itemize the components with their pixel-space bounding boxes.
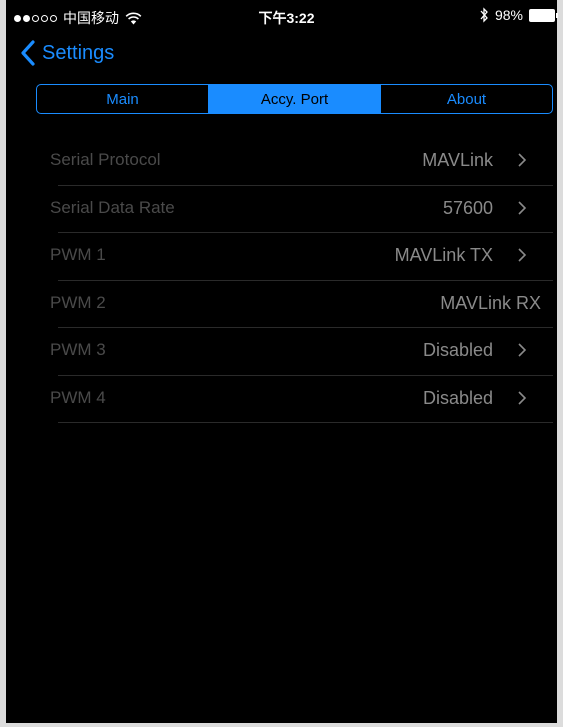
navigation-bar: Settings — [6, 34, 557, 74]
chevron-right-icon — [518, 390, 527, 405]
row-value: MAVLink — [422, 150, 493, 170]
row-label: PWM 3 — [50, 340, 106, 359]
chevron-right-icon — [518, 248, 527, 262]
row-pwm-2: PWM 2 MAVLink RX — [6, 281, 557, 328]
status-time: 下午3:22 — [258, 10, 315, 26]
battery-body — [529, 8, 555, 22]
row-label: PWM 1 — [50, 245, 106, 264]
bluetooth-icon — [480, 7, 488, 23]
row-label: Serial Protocol — [50, 150, 161, 169]
battery-percent: 98% — [494, 7, 523, 23]
status-right: 98% — [479, 7, 559, 23]
status-bar: 中国移动 下午3:22 98% — [6, 0, 559, 34]
chevron-left-icon — [21, 40, 35, 66]
row-serial-data-rate[interactable]: Serial Data Rate 57600 — [6, 186, 557, 233]
settings-list: Serial Protocol MAVLink Serial Data Rate… — [6, 138, 557, 423]
row-label: Serial Data Rate — [50, 197, 175, 217]
back-button[interactable]: Settings — [20, 40, 114, 66]
row-value: Disabled — [422, 340, 493, 360]
chevron-right-icon — [518, 153, 527, 167]
row-value: MAVLink RX — [440, 292, 541, 313]
chevron-right-icon — [518, 343, 527, 357]
row-pwm-1[interactable]: PWM 1 MAVLink TX — [6, 233, 557, 281]
row-serial-protocol[interactable]: Serial Protocol MAVLink — [6, 138, 557, 186]
tab-about[interactable]: About — [380, 85, 552, 113]
battery-icon — [529, 8, 559, 22]
battery-tip — [556, 12, 558, 18]
row-label: PWM 2 — [50, 292, 106, 312]
row-value: Disabled — [422, 387, 493, 408]
segmented-control: Main Accy. Port About — [36, 84, 553, 114]
row-value: 57600 — [442, 197, 493, 218]
back-button-label: Settings — [42, 41, 115, 64]
row-label: PWM 4 — [50, 387, 106, 407]
row-value: MAVLink TX — [394, 245, 493, 265]
row-divider — [58, 422, 553, 423]
screen: 中国移动 下午3:22 98% Settings Main Accy. Port… — [0, 0, 563, 727]
row-pwm-4[interactable]: PWM 4 Disabled — [6, 376, 557, 423]
tab-main[interactable]: Main — [37, 85, 208, 113]
tab-accy-port[interactable]: Accy. Port — [208, 85, 380, 113]
chevron-right-icon — [518, 200, 527, 215]
row-pwm-3[interactable]: PWM 3 Disabled — [6, 328, 557, 376]
